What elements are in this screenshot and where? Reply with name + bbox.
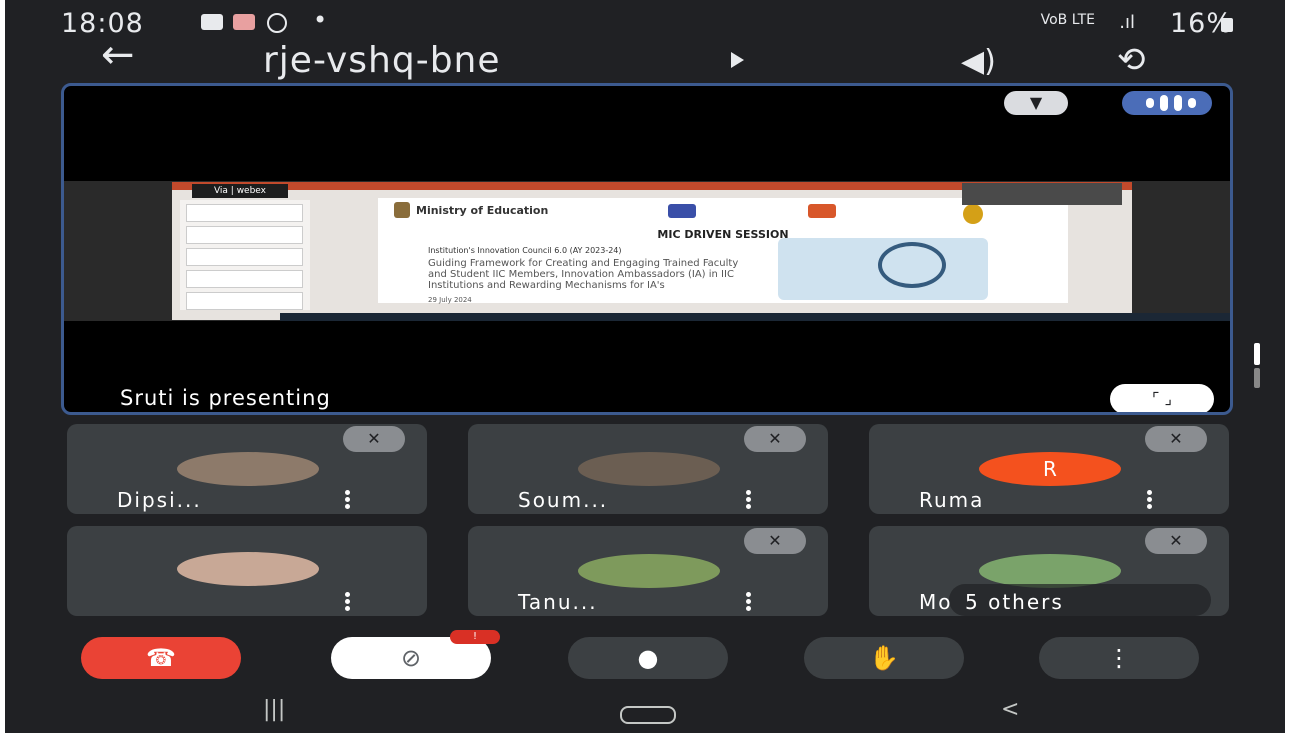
participant-tile[interactable]: ✕ Tanu... [468, 526, 828, 616]
presentation-tile[interactable]: ▼ Via | webex Ministry of Education MIC … [61, 83, 1233, 415]
participant-tile[interactable] [67, 526, 427, 616]
avatar: R [979, 452, 1121, 486]
mic-off-icon: ✕ [343, 426, 405, 452]
current-slide: Ministry of Education MIC DRIVEN SESSION… [378, 198, 1068, 304]
participant-name: Tanu... [518, 590, 598, 614]
slide-thumbnails [180, 200, 310, 310]
system-nav-bar: ||| < [5, 685, 1285, 733]
thumbnail [186, 204, 303, 222]
thumbnail [186, 292, 303, 310]
meeting-details-arrow-icon[interactable] [731, 52, 744, 68]
raise-hand-icon[interactable]: ✋ [804, 637, 964, 679]
more-vertical-icon[interactable]: ⋮ [1039, 637, 1199, 679]
mic-off-icon: ✕ [744, 426, 806, 452]
participant-name: Dipsi... [117, 488, 202, 512]
more-vertical-icon[interactable] [746, 490, 752, 510]
audio-activity-icon [1122, 91, 1212, 115]
mic-off-icon: ✕ [1145, 528, 1207, 554]
slide-date: 29 July 2024 [428, 296, 472, 304]
logo-icon [963, 204, 983, 224]
participant-name: Soum... [518, 488, 609, 512]
presentation-window: Via | webex Ministry of Education MIC DR… [172, 182, 1230, 321]
arrow-left-icon[interactable]: ← [101, 32, 135, 78]
speaker-icon[interactable]: ◀) [961, 44, 996, 79]
avatar [578, 452, 720, 486]
mic-off-icon: ✕ [744, 528, 806, 554]
more-vertical-icon[interactable] [345, 490, 351, 510]
recents-button[interactable]: ||| [263, 697, 285, 722]
slide-ministry: Ministry of Education [416, 204, 549, 217]
avatar [979, 554, 1121, 588]
avatar [177, 452, 319, 486]
more-vertical-icon[interactable] [1147, 490, 1153, 510]
image-notification-icon [201, 14, 223, 30]
participant-name: Mo [919, 590, 953, 614]
back-button[interactable]: < [1001, 697, 1019, 722]
scroll-handle[interactable] [1254, 343, 1260, 365]
emblem-icon [394, 202, 410, 218]
thumbnail [186, 226, 303, 244]
avatar [177, 552, 319, 586]
network-indicator: VoB LTE [1040, 12, 1095, 28]
meeting-code[interactable]: rje-vshq-bne [263, 40, 501, 81]
mic-off-icon: ✕ [1145, 426, 1207, 452]
more-vertical-icon[interactable] [345, 592, 351, 612]
camera-warning-badge: ! [450, 630, 500, 644]
end-call-icon[interactable]: ☎ [81, 637, 241, 679]
thumbnail [186, 270, 303, 288]
participant-tile-others[interactable]: ✕ Mo 5 others [869, 526, 1229, 616]
participant-tile[interactable]: ✕ Dipsi... [67, 424, 427, 514]
phone-screen: 18:08 • VoB LTE .ıl 16% ← rje-vshq-bne ◀… [5, 0, 1285, 733]
logo-icon [668, 204, 696, 218]
others-count: 5 others [965, 590, 1064, 614]
webex-label: Via | webex [192, 184, 288, 198]
mail-notification-icon [233, 14, 255, 30]
presenter-camera-thumbnail [962, 183, 1122, 205]
switch-camera-icon[interactable]: ⟲ [1117, 40, 1146, 80]
fullscreen-icon[interactable]: ⌜ ⌟ [1110, 384, 1214, 412]
presenter-label: Sruti is presenting [120, 386, 331, 410]
avatar [578, 554, 720, 588]
mic-icon[interactable]: ● [568, 637, 728, 679]
participant-tile[interactable]: ✕ Soum... [468, 424, 828, 514]
logo-icon [808, 204, 836, 218]
participant-name: Ruma [919, 488, 985, 512]
slide-body: Guiding Framework for Creating and Engag… [428, 258, 739, 291]
thumbnail [186, 248, 303, 266]
scroll-track [1254, 368, 1260, 388]
pin-icon[interactable]: ▼ [1004, 91, 1068, 115]
magnifier-illustration [878, 242, 946, 288]
slide-subtitle: Institution's Innovation Council 6.0 (AY… [428, 246, 622, 255]
participant-tile[interactable]: ✕ R Ruma [869, 424, 1229, 514]
meeting-header: ← rje-vshq-bne ◀) ⟲ [5, 30, 1285, 85]
more-vertical-icon[interactable] [746, 592, 752, 612]
shared-screen: Via | webex Ministry of Education MIC DR… [64, 181, 1230, 321]
home-button[interactable] [620, 706, 676, 724]
taskbar [280, 313, 1230, 321]
